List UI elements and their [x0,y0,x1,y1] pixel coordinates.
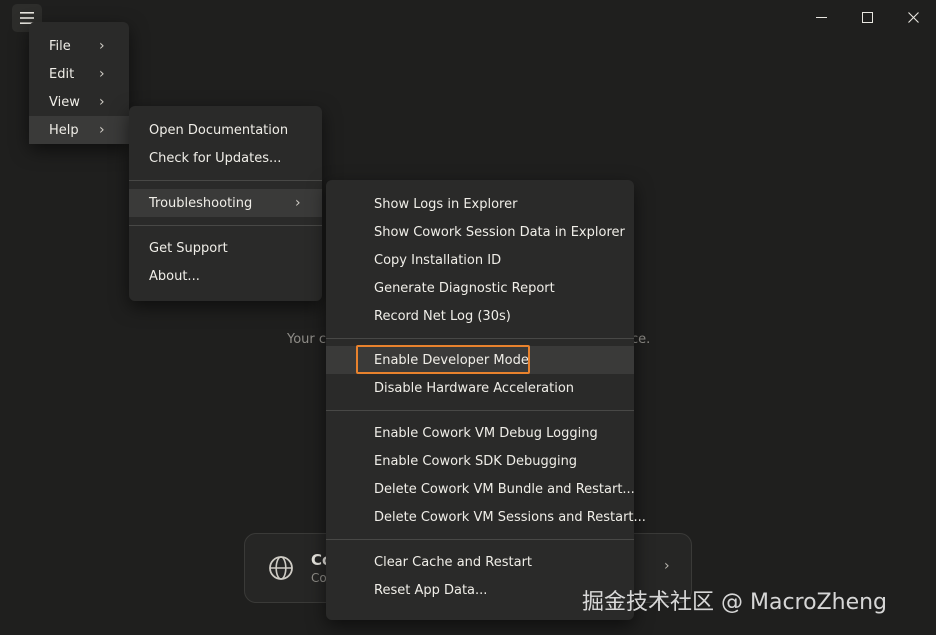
minimize-button[interactable] [798,0,844,34]
menu-item-label: Disable Hardware Acceleration [374,380,575,396]
minimize-icon [815,16,827,18]
menu-item-label: Copy Installation ID [374,252,502,268]
menu-separator [326,410,634,411]
menu-item-label: About... [149,268,200,284]
background-message-start: Your c [287,332,327,347]
menu-item-label: Clear Cache and Restart [374,554,533,570]
menu-item-troubleshooting[interactable]: Troubleshooting › [129,189,322,217]
menu-item-delete-cowork-vm-bundle[interactable]: Delete Cowork VM Bundle and Restart... [326,475,635,503]
menu-item-label: View [49,94,80,110]
globe-icon [269,556,293,580]
menu-item-label: Show Logs in Explorer [374,196,518,212]
menu-separator [326,338,634,339]
menu-separator [129,225,322,226]
main-menu: File › Edit › View › Help › [29,22,129,144]
chevron-right-icon: › [99,66,105,82]
menu-item-label: Record Net Log (30s) [374,308,511,324]
close-button[interactable] [890,0,936,34]
menu-separator [326,539,634,540]
chevron-right-icon: › [664,558,670,574]
menu-item-show-cowork-session-data[interactable]: Show Cowork Session Data in Explorer [326,218,634,246]
menu-item-label: Delete Cowork VM Bundle and Restart... [374,481,635,497]
menu-item-copy-installation-id[interactable]: Copy Installation ID [326,246,634,274]
background-card-subtitle: Co [311,571,327,585]
chevron-right-icon: › [295,195,301,211]
chevron-right-icon: › [99,122,105,138]
menu-item-view[interactable]: View › [29,88,129,116]
menu-item-label: Enable Cowork SDK Debugging [374,453,578,469]
menu-item-label: Enable Cowork VM Debug Logging [374,425,598,441]
menu-item-disable-hardware-acceleration[interactable]: Disable Hardware Acceleration [326,374,634,402]
menu-item-enable-cowork-vm-debug-logging[interactable]: Enable Cowork VM Debug Logging [326,419,634,447]
close-icon [907,11,919,23]
maximize-button[interactable] [844,0,890,34]
menu-item-edit[interactable]: Edit › [29,60,129,88]
menu-item-file[interactable]: File › [29,32,129,60]
menu-item-open-documentation[interactable]: Open Documentation [129,116,322,144]
menu-item-label: Get Support [149,240,228,256]
menu-item-label: Help [49,122,79,138]
menu-item-label: Troubleshooting [149,195,253,211]
menu-item-show-logs[interactable]: Show Logs in Explorer [326,190,634,218]
menu-item-enable-cowork-sdk-debugging[interactable]: Enable Cowork SDK Debugging [326,447,634,475]
highlight-annotation [356,345,530,374]
watermark: 掘金技术社区 @ MacroZheng [582,590,888,615]
menu-item-delete-cowork-vm-sessions[interactable]: Delete Cowork VM Sessions and Restart... [326,503,646,531]
menu-item-label: Reset App Data... [374,582,488,598]
chevron-right-icon: › [99,94,105,110]
menu-item-label: Delete Cowork VM Sessions and Restart... [374,509,646,525]
menu-item-clear-cache-and-restart[interactable]: Clear Cache and Restart [326,548,634,576]
menu-item-label: File [49,38,71,54]
menu-item-get-support[interactable]: Get Support [129,234,322,262]
menu-item-label: Open Documentation [149,122,289,138]
menu-item-label: Show Cowork Session Data in Explorer [374,224,625,240]
maximize-icon [861,11,873,23]
menu-item-record-net-log[interactable]: Record Net Log (30s) [326,302,634,330]
menu-item-check-for-updates[interactable]: Check for Updates... [129,144,322,172]
chevron-right-icon: › [99,38,105,54]
menu-item-help[interactable]: Help › [29,116,129,144]
menu-item-about[interactable]: About... [129,262,322,290]
menu-separator [129,180,322,181]
troubleshooting-submenu: Show Logs in Explorer Show Cowork Sessio… [326,180,646,620]
menu-item-label: Check for Updates... [149,150,282,166]
menu-item-generate-diagnostic-report[interactable]: Generate Diagnostic Report [326,274,634,302]
help-submenu: Open Documentation Check for Updates... … [129,106,322,301]
menu-item-label: Edit [49,66,75,82]
menu-item-label: Generate Diagnostic Report [374,280,555,296]
